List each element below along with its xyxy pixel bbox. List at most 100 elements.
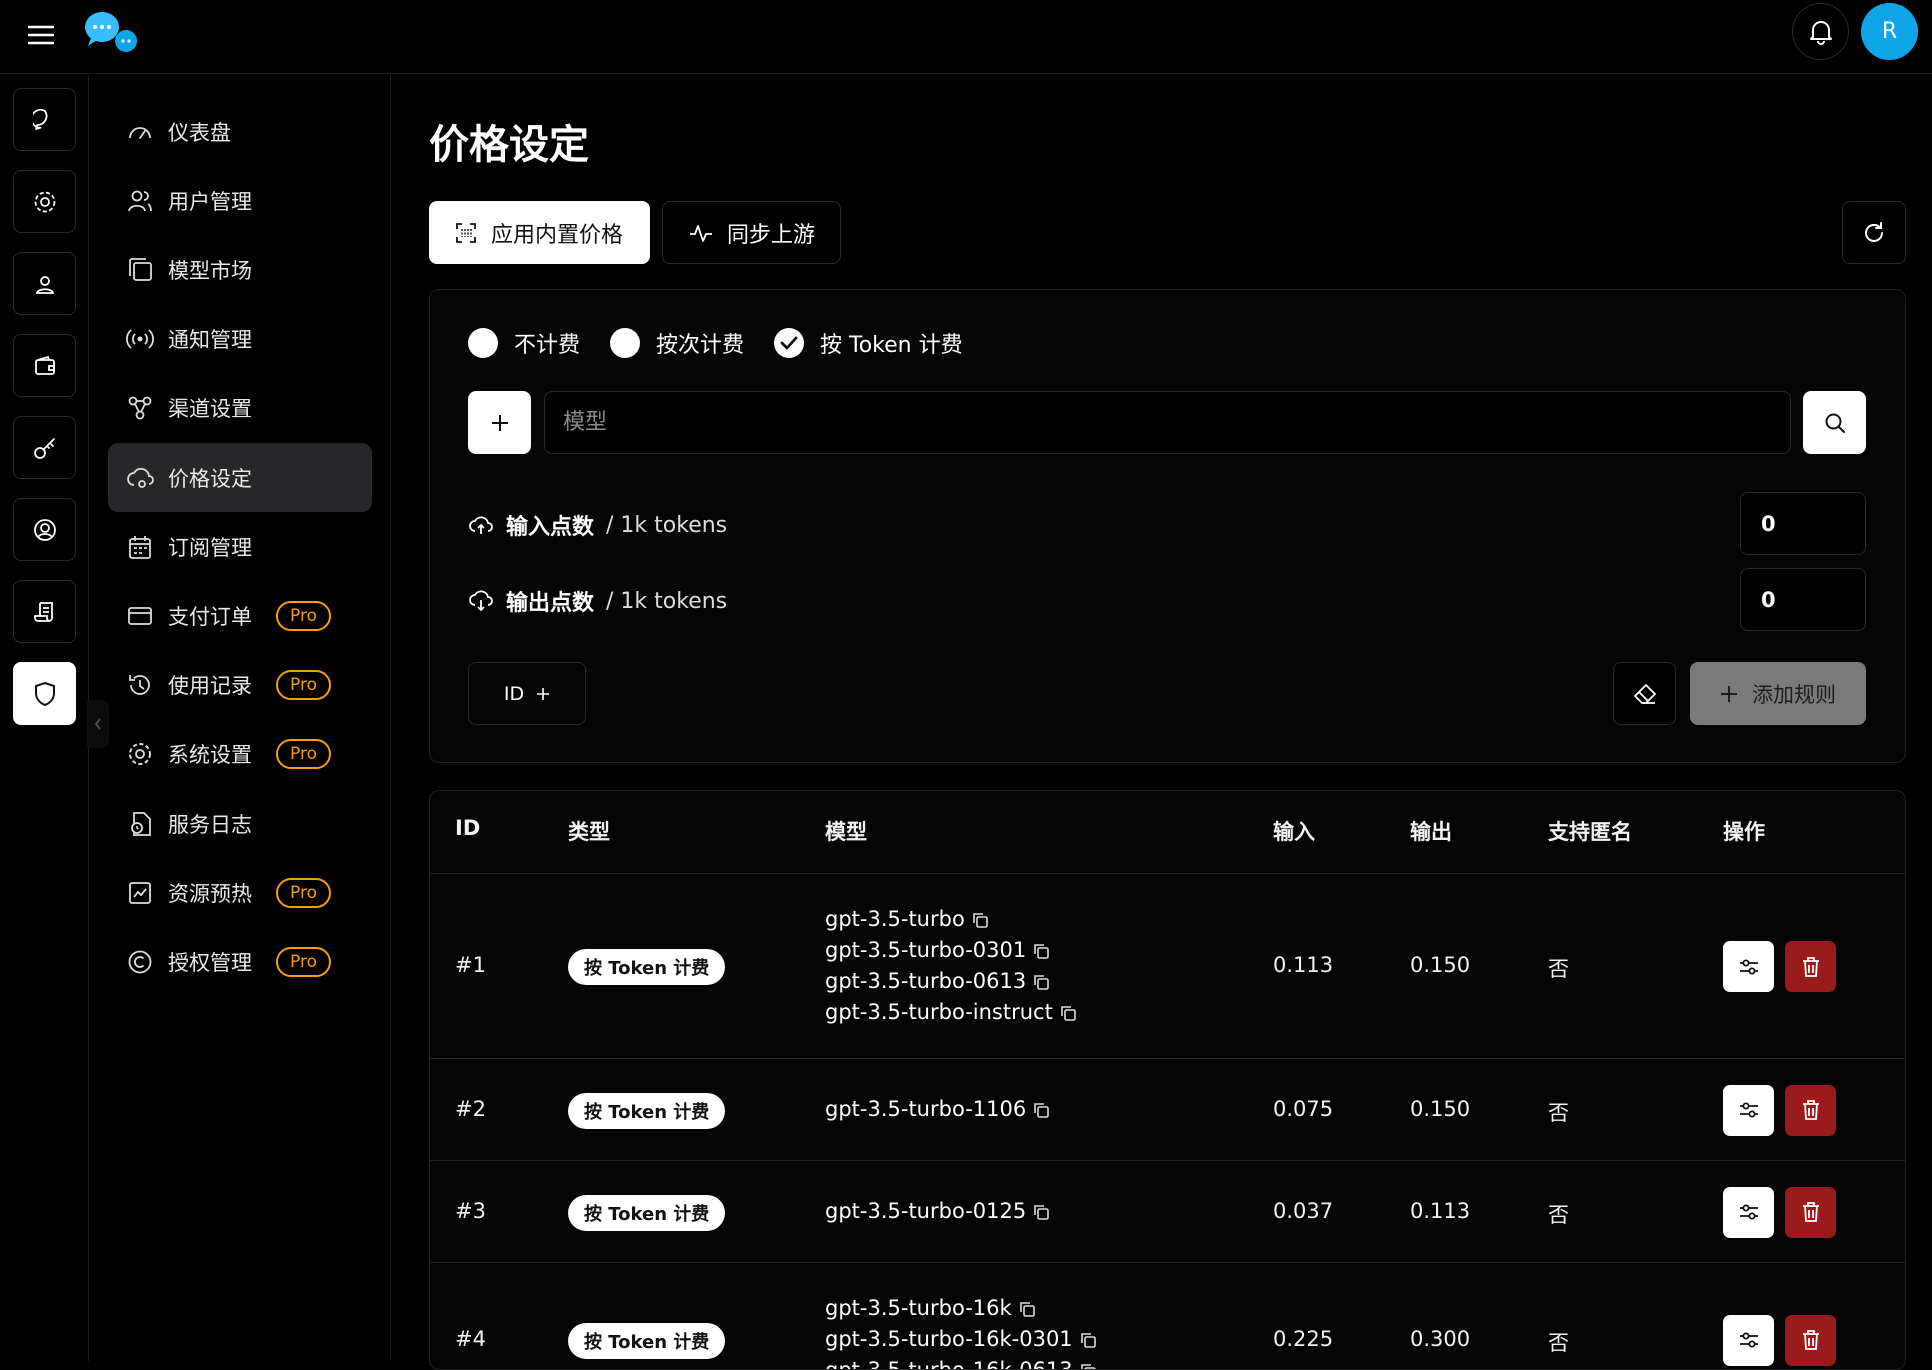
rail-profile-button[interactable]	[13, 252, 76, 315]
rail-account-button[interactable]	[13, 498, 76, 561]
hamburger-menu-icon[interactable]	[22, 16, 60, 54]
copy-icon[interactable]	[1032, 1101, 1050, 1119]
nav-item-label: 订阅管理	[168, 532, 252, 562]
output-price: 0.300	[1410, 1327, 1470, 1351]
nav-item-0[interactable]: 仪表盘	[108, 97, 372, 166]
copy-icon[interactable]	[1032, 973, 1050, 991]
input-points-field[interactable]: 0	[1740, 492, 1866, 555]
copy-icon[interactable]	[1032, 942, 1050, 960]
billing-option-per-token[interactable]: 按 Token 计费	[774, 327, 963, 359]
key-icon	[32, 435, 58, 461]
nav-item-label: 渠道设置	[168, 393, 252, 423]
delete-rule-button[interactable]	[1785, 1085, 1836, 1136]
resource-icon	[126, 879, 154, 907]
icon-rail	[0, 75, 89, 1361]
input-points-value: 0	[1761, 512, 1776, 536]
edit-rule-button[interactable]	[1723, 941, 1774, 992]
clear-form-button[interactable]	[1613, 662, 1676, 725]
input-points-label: 输入点数	[506, 509, 594, 541]
copy-icon[interactable]	[971, 911, 989, 929]
nav-item-10[interactable]: 服务日志	[108, 789, 372, 858]
apply-builtin-price-label: 应用内置价格	[491, 217, 623, 249]
sync-upstream-button[interactable]: 同步上游	[662, 201, 841, 264]
output-price: 0.150	[1410, 1097, 1470, 1121]
notification-bell-icon[interactable]	[1792, 3, 1849, 60]
nav-item-1[interactable]: 用户管理	[108, 166, 372, 235]
radio-unchecked-icon	[468, 328, 498, 358]
delete-rule-button[interactable]	[1785, 1187, 1836, 1238]
eraser-icon	[1632, 682, 1658, 706]
row-id: #3	[455, 1199, 486, 1223]
plus-icon	[490, 413, 510, 433]
copy-icon[interactable]	[1079, 1331, 1097, 1349]
calendar-icon	[126, 533, 154, 561]
sliders-icon	[1738, 1330, 1760, 1350]
trash-icon	[1801, 956, 1821, 978]
add-id-label: ID	[504, 683, 524, 705]
add-rule-button[interactable]: 添加规则	[1690, 662, 1866, 725]
nav-item-4[interactable]: 渠道设置	[108, 374, 372, 443]
apply-builtin-price-button[interactable]: 应用内置价格	[429, 201, 650, 264]
nav-item-2[interactable]: 模型市场	[108, 235, 372, 304]
add-id-button[interactable]: ID	[468, 662, 586, 725]
billing-option-none[interactable]: 不计费	[468, 327, 580, 359]
nav-item-8[interactable]: 使用记录Pro	[108, 651, 372, 720]
nav-item-6[interactable]: 订阅管理	[108, 512, 372, 581]
wallet-icon	[33, 354, 57, 378]
rail-settings-button[interactable]	[13, 170, 76, 233]
refresh-button[interactable]	[1842, 201, 1906, 264]
billing-option-per-call[interactable]: 按次计费	[610, 327, 744, 359]
rail-admin-button[interactable]	[13, 662, 76, 725]
admin-sidebar: 仪表盘用户管理模型市场通知管理渠道设置价格设定订阅管理支付订单Pro使用记录Pr…	[90, 75, 391, 1361]
user-avatar[interactable]: R	[1861, 3, 1918, 60]
nav-item-11[interactable]: 资源预热Pro	[108, 858, 372, 927]
gear-icon	[126, 740, 154, 768]
table-header: 输出	[1410, 816, 1452, 846]
output-points-field[interactable]: 0	[1740, 568, 1866, 631]
delete-rule-button[interactable]	[1785, 1315, 1836, 1366]
nav-item-12[interactable]: 授权管理Pro	[108, 927, 372, 996]
add-model-button[interactable]	[468, 391, 531, 454]
nav-item-3[interactable]: 通知管理	[108, 305, 372, 374]
delete-rule-button[interactable]	[1785, 941, 1836, 992]
copy-icon[interactable]	[1032, 1203, 1050, 1221]
model-name: gpt-3.5-turbo-16k-0301	[825, 1324, 1073, 1355]
network-icon	[126, 394, 154, 422]
input-price: 0.037	[1273, 1199, 1333, 1223]
model-search-input[interactable]	[544, 391, 1791, 454]
billing-type-badge: 按 Token 计费	[568, 1195, 725, 1231]
table-header: 支持匿名	[1548, 816, 1632, 846]
model-search-button[interactable]	[1803, 391, 1866, 454]
search-icon	[1823, 411, 1847, 435]
copy-icon[interactable]	[1079, 1362, 1097, 1370]
edit-rule-button[interactable]	[1723, 1085, 1774, 1136]
nav-item-5[interactable]: 价格设定	[108, 443, 372, 512]
edit-rule-button[interactable]	[1723, 1187, 1774, 1238]
activity-icon	[689, 222, 713, 244]
copy-icon[interactable]	[1018, 1300, 1036, 1318]
copy-icon[interactable]	[1059, 1004, 1077, 1022]
rail-wallet-button[interactable]	[13, 334, 76, 397]
cloud-upload-icon	[468, 514, 494, 536]
app-logo	[82, 10, 140, 56]
rail-scroll-button[interactable]	[13, 580, 76, 643]
rail-chat-button[interactable]	[13, 88, 76, 151]
refresh-icon	[1862, 221, 1886, 245]
edit-rule-button[interactable]	[1723, 1315, 1774, 1366]
cloud-settings-icon	[126, 464, 154, 492]
rail-key-button[interactable]	[13, 416, 76, 479]
input-price: 0.225	[1273, 1327, 1333, 1351]
model-entry: gpt-3.5-turbo-0125	[825, 1196, 1050, 1227]
nav-item-7[interactable]: 支付订单Pro	[108, 581, 372, 650]
nav-item-label: 仪表盘	[168, 117, 231, 147]
output-price: 0.150	[1410, 953, 1470, 977]
nav-item-label: 系统设置	[168, 739, 252, 769]
output-points-label: 输出点数	[506, 585, 594, 617]
input-points-unit: / 1k tokens	[606, 513, 727, 538]
trash-icon	[1801, 1099, 1821, 1121]
nav-item-9[interactable]: 系统设置Pro	[108, 720, 372, 789]
model-list: gpt-3.5-turbo-16kgpt-3.5-turbo-16k-0301g…	[825, 1293, 1097, 1370]
chat-bubble-icon	[33, 108, 57, 132]
nav-item-label: 模型市场	[168, 255, 252, 285]
avatar-letter: R	[1882, 19, 1897, 44]
